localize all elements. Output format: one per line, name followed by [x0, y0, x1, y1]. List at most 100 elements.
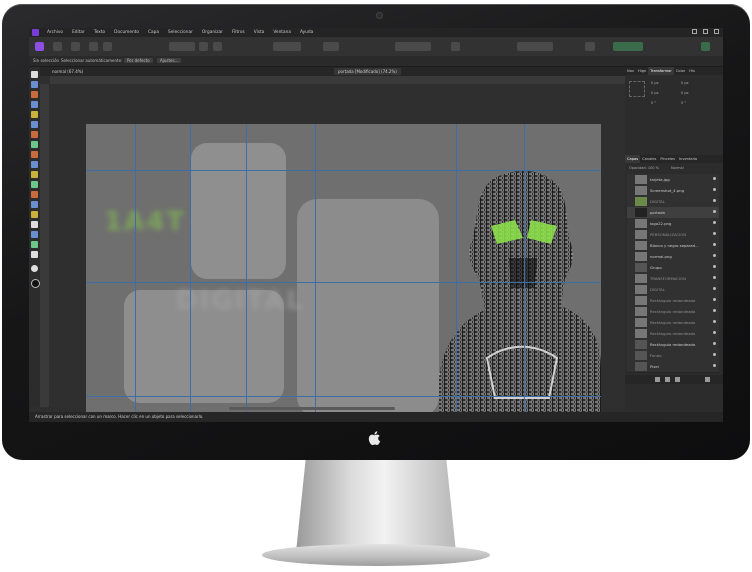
photo-persona-icon[interactable] [35, 42, 44, 51]
guide-line-vertical[interactable] [135, 124, 136, 417]
smudge-tool-icon[interactable] [31, 191, 38, 198]
adjustment-layer-icon[interactable] [675, 377, 680, 382]
menu-filtros[interactable]: Filtros [232, 29, 245, 36]
fill-tool-icon[interactable] [31, 141, 38, 148]
view-mode-buttons[interactable] [169, 42, 195, 51]
boolean-ops-buttons[interactable] [613, 42, 643, 51]
dodge-tool-icon[interactable] [31, 161, 38, 168]
visibility-icon[interactable] [713, 254, 716, 257]
auto-select-dropdown[interactable]: Por defecto [124, 58, 153, 63]
menu-archivo[interactable]: Archivo [47, 29, 63, 36]
secondary-color-icon[interactable] [31, 279, 40, 288]
visibility-icon[interactable] [713, 188, 716, 191]
transform-h-field[interactable]: 0 px [681, 91, 689, 95]
visibility-icon[interactable] [713, 243, 716, 246]
clone-tool-icon[interactable] [31, 171, 38, 178]
assistant-icon[interactable] [451, 42, 460, 51]
tab-transform[interactable]: Transformar [648, 67, 674, 75]
tab-nav[interactable]: Nav [625, 67, 636, 75]
marquee-tool-icon[interactable] [31, 121, 38, 128]
view-tool-icon[interactable] [31, 81, 38, 88]
paint-brush-icon[interactable] [31, 131, 38, 138]
menu-capa[interactable]: Capa [148, 29, 159, 36]
add-layer-icon[interactable] [655, 377, 660, 382]
menu-ayuda[interactable]: Ayuda [300, 29, 313, 36]
gradient-tool-icon[interactable] [31, 241, 38, 248]
color-picker-icon[interactable] [199, 42, 208, 51]
close-icon[interactable] [714, 29, 719, 34]
visibility-icon[interactable] [713, 232, 716, 235]
tone-mapping-persona-icon[interactable] [89, 42, 98, 51]
anchor-point-grid[interactable] [629, 81, 645, 97]
levels-icon[interactable] [213, 42, 222, 51]
visibility-icon[interactable] [713, 353, 716, 356]
export-persona-icon[interactable] [103, 42, 112, 51]
menu-organizar[interactable]: Organizar [202, 29, 223, 36]
guide-line-horizontal[interactable] [86, 170, 601, 171]
transform-y-field[interactable]: 0 px [651, 91, 659, 95]
document-tab-active[interactable]: portada [Modificado] (74.2%) [334, 68, 401, 75]
menu-texto[interactable]: Texto [94, 29, 105, 36]
text-tool-icon[interactable] [31, 221, 38, 228]
visibility-icon[interactable] [713, 364, 716, 367]
visibility-icon[interactable] [713, 276, 716, 279]
visibility-icon[interactable] [713, 287, 716, 290]
selection-mode-buttons[interactable] [273, 42, 301, 51]
guide-line-horizontal[interactable] [86, 396, 601, 397]
transform-rotation-field[interactable]: 0 ° [651, 101, 656, 105]
visibility-icon[interactable] [713, 177, 716, 180]
guide-line-vertical[interactable] [524, 124, 525, 417]
visibility-icon[interactable] [713, 221, 716, 224]
horizontal-scrollbar[interactable] [229, 407, 395, 410]
visibility-icon[interactable] [713, 342, 716, 345]
visibility-icon[interactable] [713, 265, 716, 268]
move-tool-icon[interactable] [31, 71, 38, 78]
maximize-icon[interactable] [703, 29, 708, 34]
quick-mask-icon[interactable] [323, 42, 339, 51]
transform-w-field[interactable]: 0 px [681, 81, 689, 85]
layer-row[interactable]: Pixel [627, 361, 719, 373]
visibility-icon[interactable] [713, 298, 716, 301]
selection-brush-icon[interactable] [31, 101, 38, 108]
guide-line-vertical[interactable] [246, 124, 247, 417]
guide-line-vertical[interactable] [315, 124, 316, 417]
develop-persona-icon[interactable] [71, 42, 80, 51]
menu-seleccionar[interactable]: Seleccionar [168, 29, 193, 36]
zoom-tool-icon[interactable] [31, 251, 38, 258]
tab-layers[interactable]: Capas [625, 155, 641, 163]
healing-brush-icon[interactable] [31, 181, 38, 188]
tab-color[interactable]: Color [674, 67, 687, 75]
guide-line-horizontal[interactable] [86, 282, 601, 283]
snapping-controls[interactable] [395, 42, 431, 51]
align-icon[interactable] [585, 42, 595, 51]
document-tab[interactable]: normal (67.4%) [48, 68, 87, 75]
visibility-icon[interactable] [713, 309, 716, 312]
arrange-buttons[interactable] [517, 42, 553, 51]
pen-tool-icon[interactable] [31, 201, 38, 208]
tab-stock[interactable]: Inventario [677, 155, 699, 163]
liquify-persona-icon[interactable] [53, 42, 62, 51]
user-account-icon[interactable] [701, 42, 710, 51]
minimize-icon[interactable] [692, 29, 697, 34]
tab-hign[interactable]: Hign [636, 67, 648, 75]
trooper-binary-art[interactable] [439, 168, 601, 417]
tab-history[interactable]: His [687, 67, 697, 75]
tab-channels[interactable]: Canales [640, 155, 658, 163]
menu-editar[interactable]: Editar [72, 29, 85, 36]
rounded-rect-top[interactable] [191, 143, 286, 279]
visibility-icon[interactable] [713, 331, 716, 334]
visibility-icon[interactable] [713, 199, 716, 202]
flood-select-icon[interactable] [31, 111, 38, 118]
menu-documento[interactable]: Documento [114, 29, 139, 36]
mask-layer-icon[interactable] [665, 377, 670, 382]
opacity-field[interactable]: Opacidad: 100 % [629, 166, 659, 170]
delete-layer-icon[interactable] [705, 377, 710, 382]
visibility-icon[interactable] [713, 210, 716, 213]
rounded-rect-center[interactable] [297, 199, 439, 417]
color-swatch-icon[interactable] [31, 265, 38, 272]
guide-line-vertical[interactable] [456, 124, 457, 417]
erase-brush-icon[interactable] [31, 151, 38, 158]
guide-line-vertical[interactable] [190, 124, 191, 417]
settings-button[interactable]: Ajustes... [157, 58, 182, 63]
affinity-photo-icon[interactable] [32, 29, 39, 36]
